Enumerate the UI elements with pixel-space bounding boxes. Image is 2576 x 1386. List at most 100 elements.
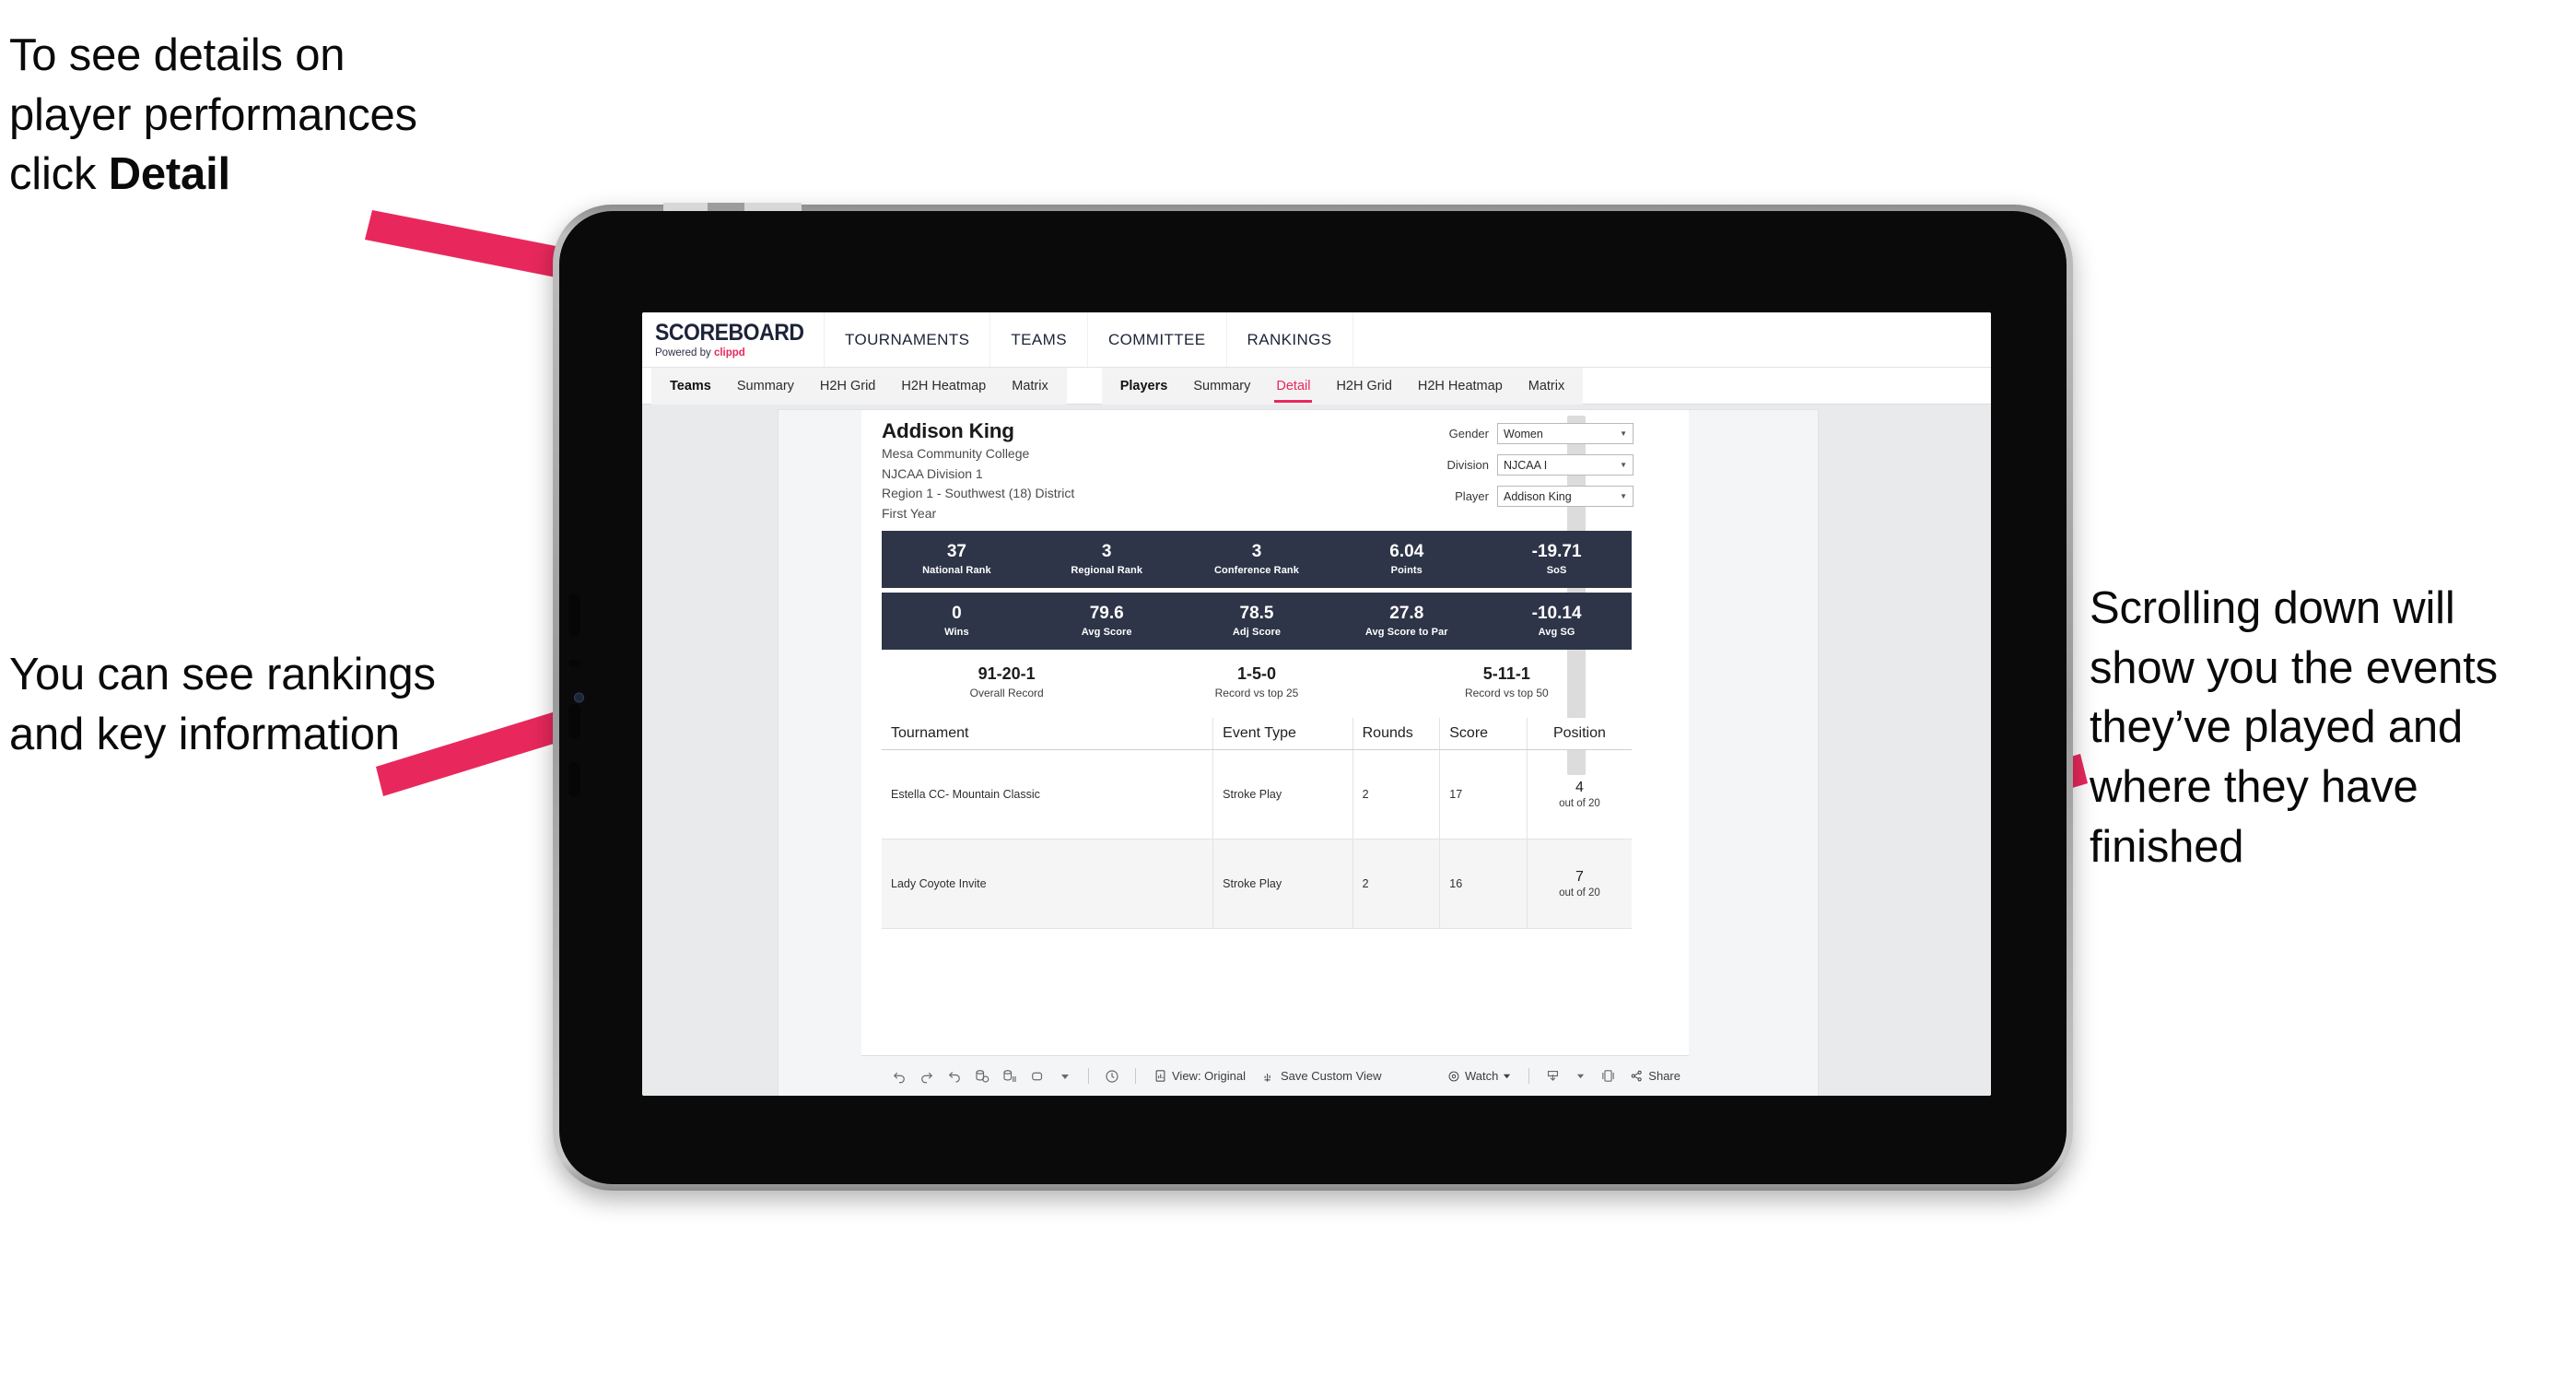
annotation-line: player performances <box>9 89 417 140</box>
stat-value: -10.14 <box>1531 603 1582 623</box>
stat-value: 6.04 <box>1389 541 1424 561</box>
position-outof: out of 20 <box>1559 797 1600 809</box>
subnav-teams-matrix[interactable]: Matrix <box>999 368 1060 405</box>
view-icon <box>1155 1070 1165 1082</box>
record-value: 91-20-1 <box>978 664 1036 683</box>
column-header-score[interactable]: Score <box>1439 717 1528 750</box>
subnav-teams-h2h-grid[interactable]: H2H Grid <box>807 368 888 405</box>
revert-icon[interactable] <box>941 1063 968 1090</box>
table-row[interactable]: Estella CC- Mountain Classic Stroke Play… <box>882 749 1632 840</box>
stat-adj-score: 78.5 Adj Score <box>1182 604 1332 637</box>
subnav-players-h2h-heatmap[interactable]: H2H Heatmap <box>1405 368 1516 405</box>
clippd-wordmark: clippd <box>713 346 745 358</box>
subnav-teams-header[interactable]: Teams <box>657 368 724 405</box>
annotation-mid-left: You can see rankings and key information <box>9 650 436 759</box>
subnav-players-summary[interactable]: Summary <box>1180 368 1263 405</box>
cell-rounds: 2 <box>1352 749 1441 840</box>
table-row[interactable]: Lady Coyote Invite Stroke Play 2 16 7 ou… <box>882 839 1632 929</box>
save-custom-view-label: Save Custom View <box>1280 1069 1382 1083</box>
pause-data-icon[interactable] <box>996 1063 1024 1090</box>
cell-tournament: Estella CC- Mountain Classic <box>882 749 1214 840</box>
record-vs-top-50: 5-11-1 Record vs top 50 <box>1382 664 1632 699</box>
stat-value: 37 <box>946 541 966 561</box>
watch-label: Watch <box>1464 1069 1499 1083</box>
position-value: 7 <box>1575 868 1584 885</box>
refresh-data-icon[interactable] <box>968 1063 996 1090</box>
nav-item-tournaments[interactable]: TOURNAMENTS <box>825 312 991 367</box>
stat-sos: -19.71 SoS <box>1481 541 1632 576</box>
view-original-button[interactable]: View: Original <box>1145 1069 1254 1083</box>
undo-icon[interactable] <box>885 1063 913 1090</box>
stat-avg-score: 79.6 Avg Score <box>1032 603 1182 637</box>
stat-wins: 0 Wins <box>882 604 1032 637</box>
stat-bar-scores: 0 Wins 79.6 Avg Score 78.5 Adj Score 27.… <box>882 592 1632 650</box>
subnav-group-teams: Teams Summary H2H Grid H2H Heatmap Matri… <box>651 367 1067 405</box>
filter-select-player[interactable]: Addison King ▼ <box>1497 486 1633 507</box>
column-header-position[interactable]: Position <box>1527 717 1632 750</box>
filter-row-player: Player Addison King ▼ <box>1420 486 1633 507</box>
subnav-teams-h2h-heatmap[interactable]: H2H Heatmap <box>888 368 999 405</box>
top-nav-items: TOURNAMENTS TEAMS COMMITTEE RANKINGS <box>825 312 1353 367</box>
cell-tournament: Lady Coyote Invite <box>882 839 1214 929</box>
tablet-button-small[interactable] <box>568 660 580 667</box>
app-screen: SCOREBOARD Powered by clippd TOURNAMENTS… <box>642 312 1991 1096</box>
chevron-down-icon[interactable] <box>1566 1063 1594 1090</box>
toolbar-divider <box>1528 1068 1530 1084</box>
toolbar-divider <box>1135 1068 1136 1084</box>
cell-event-type: Stroke Play <box>1212 749 1353 840</box>
filter-label-division: Division <box>1446 458 1489 472</box>
download-icon[interactable] <box>1539 1063 1566 1090</box>
stat-label: SoS <box>1546 564 1567 576</box>
stat-label: National Rank <box>922 564 991 576</box>
stat-conference-rank: 3 Conference Rank <box>1182 542 1332 575</box>
column-header-event-type[interactable]: Event Type <box>1212 717 1353 750</box>
save-custom-view-button[interactable]: Save Custom View <box>1254 1069 1390 1083</box>
bottom-toolbar: View: Original Save Custom View Watch Sh… <box>861 1055 1689 1096</box>
tablet-volume-down-button[interactable] <box>568 762 580 797</box>
stat-value: 27.8 <box>1389 603 1424 623</box>
brand-logo[interactable]: SCOREBOARD Powered by clippd <box>642 312 825 367</box>
chevron-down-icon[interactable] <box>1051 1063 1079 1090</box>
nav-item-committee[interactable]: COMMITTEE <box>1088 312 1227 367</box>
watch-button[interactable]: Watch <box>1439 1069 1519 1083</box>
subnav-players-detail[interactable]: Detail <box>1263 368 1323 405</box>
subnav-players-h2h-grid[interactable]: H2H Grid <box>1323 368 1404 405</box>
history-clock-icon[interactable] <box>1098 1063 1126 1090</box>
stat-value: -19.71 <box>1531 541 1582 561</box>
subnav-players-matrix[interactable]: Matrix <box>1516 368 1577 405</box>
stat-label: Points <box>1390 564 1423 576</box>
slide-canvas: To see details on player performances cl… <box>0 0 2576 1386</box>
view-original-label: View: Original <box>1172 1069 1246 1083</box>
nav-item-rankings[interactable]: RANKINGS <box>1227 312 1353 367</box>
annotation-text: click <box>9 149 109 200</box>
record-label: Record vs top 50 <box>1464 686 1549 699</box>
column-header-tournament[interactable]: Tournament <box>882 717 1214 750</box>
subnav-teams-summary[interactable]: Summary <box>724 368 807 405</box>
filter-row-gender: Gender Women ▼ <box>1420 423 1633 444</box>
record-value: 1-5-0 <box>1236 664 1276 683</box>
stat-value: 79.6 <box>1089 603 1124 623</box>
detail-panel: Addison King Mesa Community College NJCA… <box>861 410 1689 1055</box>
nav-item-teams[interactable]: TEAMS <box>990 312 1088 367</box>
column-header-rounds[interactable]: Rounds <box>1352 717 1441 750</box>
detail-content: Addison King Mesa Community College NJCA… <box>882 419 1633 929</box>
subnav-players-header[interactable]: Players <box>1107 368 1181 405</box>
stat-points: 6.04 Points <box>1331 541 1481 576</box>
share-button[interactable]: Share <box>1622 1069 1689 1083</box>
tablet-volume-up-button[interactable] <box>568 704 580 739</box>
tablet-button-top[interactable] <box>568 593 580 636</box>
stat-label: Avg SG <box>1538 626 1575 638</box>
redo-icon[interactable] <box>913 1063 941 1090</box>
stat-avg-score-to-par: 27.8 Avg Score to Par <box>1331 603 1481 637</box>
subnav-group-players: Players Summary Detail H2H Grid H2H Heat… <box>1101 367 1584 405</box>
pan-icon[interactable] <box>1024 1063 1051 1090</box>
filter-row-division: Division NJCAA I ▼ <box>1420 454 1633 476</box>
fullscreen-icon[interactable] <box>1594 1063 1622 1090</box>
filter-label-player: Player <box>1455 489 1489 503</box>
stat-regional-rank: 3 Regional Rank <box>1032 542 1182 575</box>
chevron-down-icon <box>1504 1074 1511 1079</box>
workspace: Addison King Mesa Community College NJCA… <box>642 405 1991 1096</box>
filter-select-division[interactable]: NJCAA I ▼ <box>1497 454 1633 476</box>
filter-panel: Gender Women ▼ Division NJCAA I ▼ Player… <box>1420 423 1633 517</box>
filter-select-gender[interactable]: Women ▼ <box>1497 423 1633 444</box>
